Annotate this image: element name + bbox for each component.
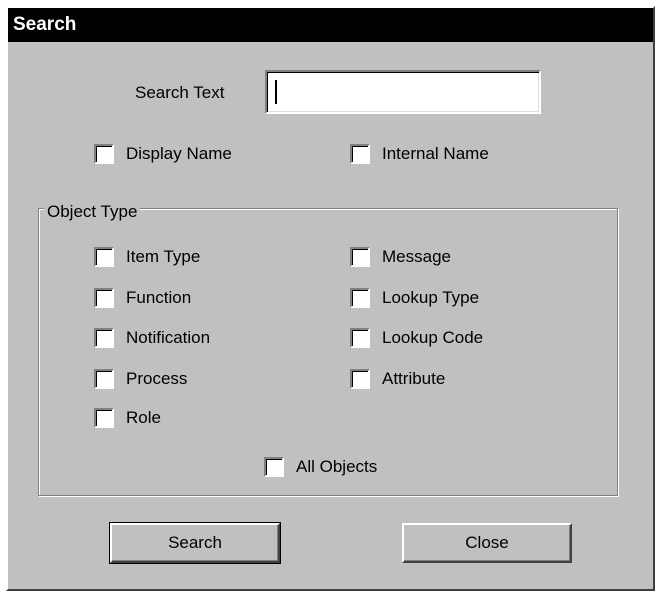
close-button[interactable]: Close	[402, 523, 572, 563]
object-type-legend: Object Type	[44, 202, 141, 222]
title-bar: Search	[8, 8, 653, 42]
lookup-code-checkbox[interactable]	[350, 328, 370, 348]
text-caret	[275, 80, 277, 104]
function-label: Function	[126, 288, 192, 307]
role-checkbox[interactable]	[94, 408, 114, 428]
message-checkbox[interactable]	[350, 247, 370, 267]
message-option[interactable]: Message	[350, 247, 451, 267]
notification-option[interactable]: Notification	[94, 328, 210, 348]
item-type-label: Item Type	[126, 247, 201, 266]
lookup-type-option[interactable]: Lookup Type	[350, 288, 479, 308]
role-option[interactable]: Role	[94, 408, 161, 428]
internal-name-checkbox[interactable]	[350, 144, 370, 164]
process-label: Process	[126, 369, 188, 388]
search-dialog: Search Search Text Display Name Internal…	[6, 6, 655, 591]
message-label: Message	[382, 247, 451, 266]
attribute-checkbox[interactable]	[350, 369, 370, 389]
role-label: Role	[126, 408, 161, 427]
lookup-code-label: Lookup Code	[382, 328, 484, 347]
process-checkbox[interactable]	[94, 369, 114, 389]
all-objects-checkbox[interactable]	[264, 457, 284, 477]
all-objects-option[interactable]: All Objects	[264, 457, 377, 477]
attribute-label: Attribute	[382, 369, 446, 388]
display-name-checkbox[interactable]	[94, 144, 114, 164]
search-button[interactable]: Search	[109, 522, 281, 564]
internal-name-label: Internal Name	[382, 144, 489, 163]
lookup-code-option[interactable]: Lookup Code	[350, 328, 483, 348]
notification-checkbox[interactable]	[94, 328, 114, 348]
lookup-type-label: Lookup Type	[382, 288, 480, 307]
display-name-label: Display Name	[126, 144, 232, 163]
attribute-option[interactable]: Attribute	[350, 369, 445, 389]
all-objects-label: All Objects	[296, 457, 378, 476]
item-type-checkbox[interactable]	[94, 247, 114, 267]
function-option[interactable]: Function	[94, 288, 191, 308]
search-text-input[interactable]	[265, 70, 541, 114]
lookup-type-checkbox[interactable]	[350, 288, 370, 308]
function-checkbox[interactable]	[94, 288, 114, 308]
window-title: Search	[13, 14, 77, 35]
item-type-option[interactable]: Item Type	[94, 247, 200, 267]
process-option[interactable]: Process	[94, 369, 187, 389]
notification-label: Notification	[126, 328, 211, 347]
internal-name-option[interactable]: Internal Name	[350, 144, 489, 164]
display-name-option[interactable]: Display Name	[94, 144, 232, 164]
search-text-label: Search Text	[135, 83, 225, 102]
